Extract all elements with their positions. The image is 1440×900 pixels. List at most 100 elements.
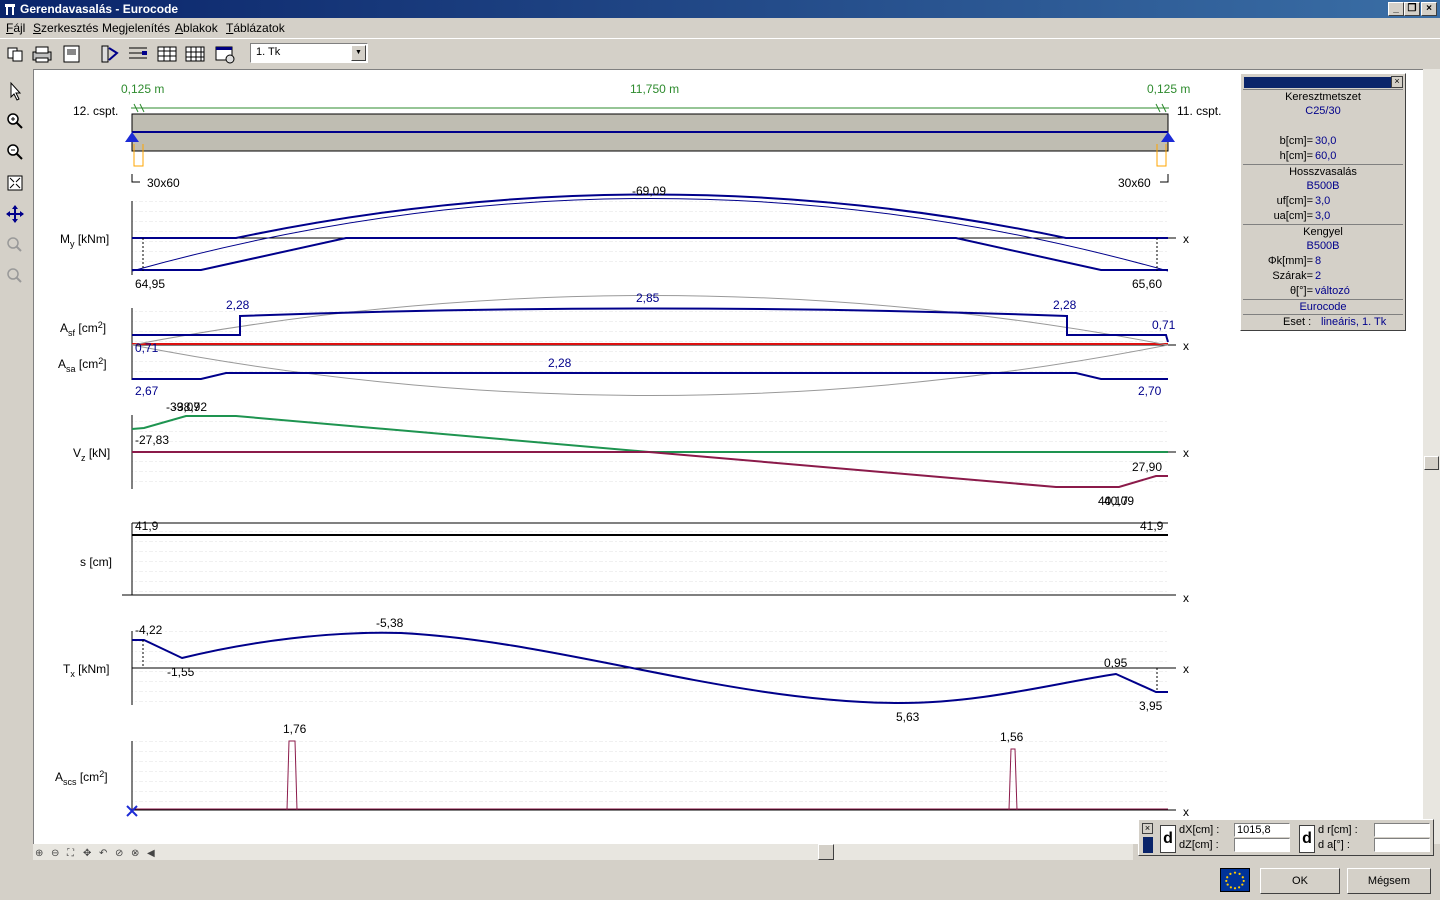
- coord-handle[interactable]: [1143, 837, 1153, 853]
- close-button[interactable]: ×: [1421, 2, 1437, 16]
- table-grid-icon[interactable]: [183, 43, 207, 65]
- legs-label: Szárak=: [1272, 270, 1313, 282]
- horizontal-scrollbar[interactable]: [33, 844, 1133, 860]
- menu-view[interactable]: Megjelenítés: [102, 21, 170, 35]
- zoom-next-icon: [7, 268, 22, 283]
- concrete-class: C25/30: [1305, 105, 1341, 117]
- dx-field[interactable]: 1015,8: [1234, 823, 1290, 837]
- mini-zoom-in-icon[interactable]: ⊕: [35, 848, 51, 859]
- rebar-area-diagram: x Asf [cm2] Asa [cm2] 2,28 2,85 2,28 0,7…: [58, 291, 1189, 398]
- spacing-axis-label: s [cm]: [80, 555, 112, 569]
- ascs-left-value: 1,76: [283, 722, 307, 736]
- section-properties-panel: × Keresztmetszet C25/30 b[cm]= 30,0 h[cm]…: [1240, 73, 1406, 331]
- design-code: Eurocode: [1243, 299, 1403, 314]
- torsion-right-value: 0,95: [1104, 656, 1128, 670]
- pan-icon[interactable]: [4, 203, 26, 225]
- preview-icon[interactable]: [60, 43, 84, 65]
- stirrup-steel-class: B500B: [1306, 240, 1340, 252]
- title-bar: Gerendavasalás - Eurocode _ ❐ ×: [0, 0, 1440, 18]
- window-icon[interactable]: [213, 43, 237, 65]
- dz-field[interactable]: [1234, 838, 1290, 852]
- panel-titlebar: [1244, 77, 1394, 88]
- moment-max-value: -69,09: [632, 184, 666, 198]
- width-value: 30,0: [1315, 135, 1337, 147]
- vertical-scrollbar[interactable]: [1423, 69, 1440, 844]
- dz-label: dZ[cm] :: [1179, 839, 1219, 851]
- pointer-icon[interactable]: [4, 80, 26, 102]
- right-node-label: 11. cspt.: [1177, 104, 1221, 118]
- axis-x-label: x: [1183, 339, 1189, 353]
- vertical-scroll-thumb[interactable]: [1424, 456, 1439, 470]
- torsion-left-min-value: -1,55: [167, 665, 195, 679]
- spacing-right-value: 41,9: [1140, 519, 1164, 533]
- asa-mid-value: 2,28: [548, 356, 572, 370]
- load-case-select[interactable]: 1. Tk ▼: [250, 43, 368, 63]
- shear-top-value-b: -38,92: [173, 400, 207, 414]
- asf-max-value: 2,85: [636, 291, 660, 305]
- zoom-fit-icon[interactable]: [4, 172, 26, 194]
- height-label: h[cm]=: [1279, 150, 1313, 162]
- drawing-canvas[interactable]: 0,125 m 11,750 m 0,125 m 12. cspt. 11. c…: [33, 69, 1423, 844]
- axis-x-label: x: [1183, 662, 1189, 676]
- stirrup-icon[interactable]: [98, 43, 122, 65]
- horizontal-scroll-thumb[interactable]: [818, 844, 834, 860]
- panel-close-icon[interactable]: ×: [1391, 76, 1403, 88]
- mini-pan-icon[interactable]: ✥: [83, 848, 99, 859]
- longitudinal-steel-class: B500B: [1306, 180, 1340, 192]
- delta-icon: d: [1160, 825, 1176, 853]
- cancel-button[interactable]: Mégsem: [1347, 868, 1431, 894]
- copy-icon[interactable]: [4, 43, 28, 65]
- zoom-out-icon[interactable]: [4, 141, 26, 163]
- ascs-axis-label: Ascs [cm2]: [55, 769, 108, 787]
- menu-file[interactable]: Fájl: [6, 21, 25, 35]
- asa-axis-label: Asa [cm2]: [58, 356, 107, 374]
- dr-field[interactable]: [1374, 823, 1430, 837]
- axis-x-label: x: [1183, 805, 1189, 819]
- coord-close-icon[interactable]: ×: [1142, 823, 1153, 834]
- legs-value: 2: [1315, 270, 1322, 282]
- shear-axis-label: Vz [kN]: [73, 446, 110, 463]
- minimize-button[interactable]: _: [1388, 2, 1404, 16]
- chevron-down-icon[interactable]: ▼: [351, 45, 366, 61]
- mini-zoom-toolbar: ⊕ ⊖ ⛶ ✥ ↶ ⊘ ⊗ ◀: [35, 845, 163, 859]
- dx-label: dX[cm] :: [1179, 824, 1220, 836]
- mini-zoom-next-icon[interactable]: ⊗: [131, 848, 147, 859]
- mini-fit-icon[interactable]: ⛶: [67, 848, 83, 859]
- scroll-left-icon[interactable]: ◀: [147, 848, 163, 859]
- print-icon[interactable]: [30, 43, 54, 65]
- asf-end-value: 0,71: [1152, 318, 1176, 332]
- mini-zoom-prev-icon[interactable]: ⊘: [115, 848, 131, 859]
- asf-left-value: 2,28: [226, 298, 250, 312]
- rebar-list-icon[interactable]: [126, 43, 150, 65]
- torsion-axis-label: Tx [kNm]: [63, 662, 110, 679]
- left-node-label: 12. cspt.: [73, 104, 118, 118]
- stirrup-spacing-diagram: x s [cm] 41,9 41,9: [80, 519, 1189, 605]
- top-cover-value: 3,0: [1315, 195, 1331, 207]
- restore-button[interactable]: ❐: [1404, 2, 1420, 16]
- torsion-left-value: -4,22: [135, 623, 163, 637]
- menu-windows[interactable]: Ablakok: [175, 21, 218, 35]
- mini-undo-icon[interactable]: ↶: [99, 848, 115, 859]
- bottom-cover-label: ua[cm]=: [1273, 210, 1313, 222]
- axis-x-label: x: [1183, 446, 1189, 460]
- torsion-diagram: x Tx [kNm] -4,22 -1,55 -5,38 5,63 0,95 3…: [63, 616, 1189, 724]
- menu-bar: Fájl Szerkesztés Megjelenítés Ablakok Tá…: [0, 18, 1440, 38]
- delta-polar-icon: d: [1299, 825, 1315, 853]
- da-field[interactable]: [1374, 838, 1430, 852]
- load-case-value: 1. Tk: [256, 46, 281, 58]
- asa-right-value: 2,70: [1138, 384, 1162, 398]
- menu-edit[interactable]: Szerkesztés: [33, 21, 98, 35]
- ok-button[interactable]: OK: [1260, 868, 1340, 894]
- mini-zoom-out-icon[interactable]: ⊖: [51, 848, 67, 859]
- case-label: Eset :: [1283, 316, 1312, 328]
- stirrup-diameter-value: 8: [1315, 255, 1322, 267]
- table-icon[interactable]: [155, 43, 179, 65]
- eurocode-flag-icon: [1220, 868, 1250, 892]
- torsion-end-value: 3,95: [1139, 699, 1163, 713]
- bottom-cover-value: 3,0: [1315, 210, 1331, 222]
- beam-drawing: 0,125 m 11,750 m 0,125 m 12. cspt. 11. c…: [73, 82, 1221, 190]
- moment-right-value: 65,60: [1132, 277, 1162, 291]
- moment-left-value: 64,95: [135, 277, 165, 291]
- menu-tables[interactable]: Táblázatok: [226, 21, 285, 35]
- zoom-in-icon[interactable]: [4, 110, 26, 132]
